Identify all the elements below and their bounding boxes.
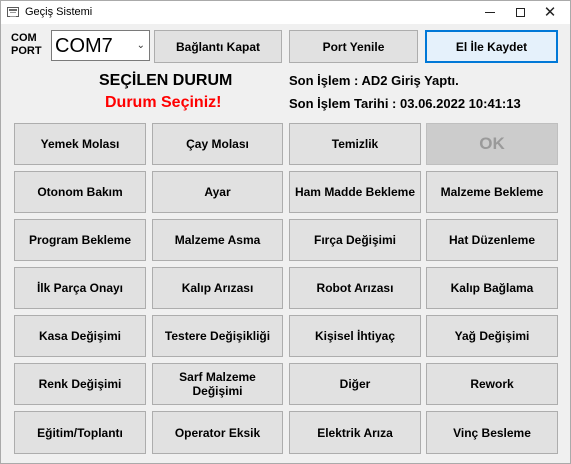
manual-save-button[interactable]: El İle Kaydet	[425, 30, 558, 63]
status-button-robot-arizasi[interactable]: Robot Arızası	[289, 267, 421, 309]
com-port-select[interactable]: COM7 ⌄	[51, 30, 150, 61]
status-button-operator-eksik[interactable]: Operator Eksik	[152, 411, 283, 454]
status-button-yag-degisimi[interactable]: Yağ Değişimi	[426, 315, 558, 357]
status-button-kasa-degisimi[interactable]: Kasa Değişimi	[14, 315, 146, 357]
selected-status-value: Durum Seçiniz!	[105, 94, 222, 111]
com-port-label: COM PORT	[11, 32, 42, 57]
status-button-egitim-toplanti[interactable]: Eğitim/Toplantı	[14, 411, 146, 454]
status-button-elektrik-ariza[interactable]: Elektrik Arıza	[289, 411, 421, 454]
title-bar[interactable]: Geçiş Sistemi ✕	[1, 1, 570, 24]
window-title: Geçiş Sistemi	[25, 6, 93, 18]
close-button[interactable]: ✕	[535, 1, 565, 24]
status-button-renk-degisimi[interactable]: Renk Değişimi	[14, 363, 146, 405]
status-button-kisisel-ihtiyac[interactable]: Kişisel İhtiyaç	[289, 315, 421, 357]
status-button-firca-degisimi[interactable]: Fırça Değişimi	[289, 219, 421, 261]
status-button-malzeme-bekleme[interactable]: Malzeme Bekleme	[426, 171, 558, 213]
minimize-icon	[485, 12, 495, 13]
maximize-icon	[515, 8, 525, 17]
status-button-yemek-molasi[interactable]: Yemek Molası	[14, 123, 146, 165]
status-button-cay-molasi[interactable]: Çay Molası	[152, 123, 283, 165]
refresh-ports-button[interactable]: Port Yenile	[289, 30, 418, 63]
ok-button[interactable]: OK	[426, 123, 558, 165]
status-button-diger[interactable]: Diğer	[289, 363, 421, 405]
status-button-temizlik[interactable]: Temizlik	[289, 123, 421, 165]
close-icon: ✕	[543, 3, 557, 21]
status-button-rework[interactable]: Rework	[426, 363, 558, 405]
status-button-ayar[interactable]: Ayar	[152, 171, 283, 213]
status-button-otonom-bakim[interactable]: Otonom Bakım	[14, 171, 146, 213]
com-port-value: COM7	[55, 35, 113, 57]
app-icon	[7, 7, 19, 17]
status-button-malzeme-asma[interactable]: Malzeme Asma	[152, 219, 283, 261]
status-button-sarf-malzeme-degisimi[interactable]: Sarf Malzeme Değişimi	[152, 363, 283, 405]
last-operation-text: Son İşlem : AD2 Giriş Yaptı.	[289, 73, 459, 88]
minimize-button[interactable]	[475, 1, 505, 24]
last-operation-date: Son İşlem Tarihi : 03.06.2022 10:41:13	[289, 96, 521, 111]
status-button-kalip-baglama[interactable]: Kalıp Bağlama	[426, 267, 558, 309]
status-button-vinc-besleme[interactable]: Vinç Besleme	[426, 411, 558, 454]
selected-status-heading: SEÇİLEN DURUM	[99, 72, 233, 89]
connect-toggle-button[interactable]: Bağlantı Kapat	[154, 30, 282, 63]
status-button-testere-degisikligi[interactable]: Testere Değişikliği	[152, 315, 283, 357]
chevron-down-icon: ⌄	[136, 40, 145, 51]
status-button-ilk-parca-onayi[interactable]: İlk Parça Onayı	[14, 267, 146, 309]
status-button-ham-madde-bekleme[interactable]: Ham Madde Bekleme	[289, 171, 421, 213]
status-button-hat-duzenleme[interactable]: Hat Düzenleme	[426, 219, 558, 261]
status-button-kalip-arizasi[interactable]: Kalıp Arızası	[152, 267, 283, 309]
app-window: Geçiş Sistemi ✕ COM PORT COM7 ⌄ Bağlantı…	[0, 0, 571, 464]
maximize-button[interactable]	[505, 1, 535, 24]
status-button-program-bekleme[interactable]: Program Bekleme	[14, 219, 146, 261]
